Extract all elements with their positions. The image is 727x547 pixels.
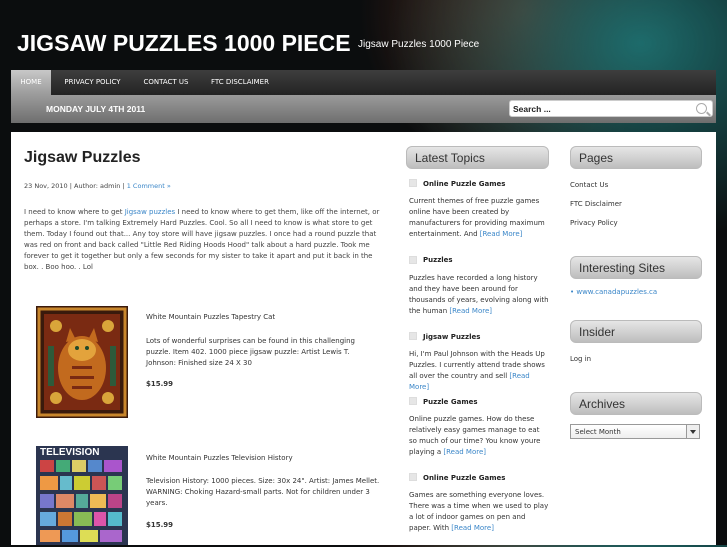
topic-excerpt: Puzzles have recorded a long history and…	[409, 273, 549, 317]
topic-title[interactable]: Jigsaw Puzzles	[423, 333, 480, 341]
topic-title[interactable]: Puzzles	[423, 256, 453, 264]
product-title[interactable]: White Mountain Puzzles Television Histor…	[146, 454, 293, 462]
topic-text: Current themes of free puzzle games onli…	[409, 197, 545, 238]
product-description: Lots of wonderful surprises can be found…	[146, 337, 355, 367]
bullet-icon	[409, 179, 417, 187]
site-link-canadapuzzles[interactable]: • www.canadapuzzles.ca	[570, 288, 657, 296]
interesting-sites-heading: Interesting Sites	[570, 256, 702, 279]
topic-title[interactable]: Online Puzzle Games	[423, 474, 505, 482]
site-title[interactable]: JIGSAW PUZZLES 1000 PIECE	[17, 30, 351, 57]
archives-heading: Archives	[570, 392, 702, 415]
product-description: Television History: 1000 pieces. Size: 3…	[146, 477, 380, 507]
site-description: Jigsaw Puzzles 1000 Piece	[358, 39, 480, 50]
interesting-sites-title: Interesting Sites	[579, 261, 666, 275]
read-more-link[interactable]: [Read More]	[443, 448, 486, 456]
current-date: MONDAY JULY 4TH 2011	[46, 104, 146, 114]
post-meta-text: 23 Nov, 2010 | Author: admin |	[24, 182, 127, 190]
site-header: JIGSAW PUZZLES 1000 PIECE Jigsaw Puzzles…	[0, 0, 727, 70]
page-link-ftc-disclaimer[interactable]: FTC Disclaimer	[570, 200, 622, 208]
latest-topics-title: Latest Topics	[415, 151, 485, 165]
read-more-link[interactable]: [Read More]	[451, 524, 494, 532]
insider-heading: Insider	[570, 320, 702, 343]
product-title[interactable]: White Mountain Puzzles Tapestry Cat	[146, 313, 275, 321]
post-body: I need to know where to get Jigsaw puzzl…	[24, 207, 384, 273]
tapestry-cat-picture	[36, 306, 128, 418]
read-more-link[interactable]: [Read More]	[480, 230, 523, 238]
television-image-text: TELEVISION	[40, 447, 100, 458]
archives-select-value: Select Month	[575, 428, 621, 436]
bullet-icon	[409, 473, 417, 481]
nav-ftc-disclaimer[interactable]: FTC DISCLAIMER	[204, 70, 276, 95]
post-title[interactable]: Jigsaw Puzzles	[24, 149, 141, 167]
pages-heading: Pages	[570, 146, 702, 169]
post-meta: 23 Nov, 2010 | Author: admin | 1 Comment…	[24, 182, 171, 190]
product-image-television[interactable]: TELEVISION	[36, 446, 128, 545]
nav-privacy-policy[interactable]: PRIVACY POLICY	[55, 70, 130, 95]
read-more-link[interactable]: [Read More]	[449, 307, 492, 315]
post-body-text: I need to know where to get them, like o…	[24, 208, 380, 271]
log-in-link[interactable]: Log in	[570, 355, 591, 363]
main-nav: HOME PRIVACY POLICY CONTACT US FTC DISCL…	[11, 70, 716, 95]
product-price: $15.99	[146, 521, 174, 529]
product-price: $15.99	[146, 380, 174, 388]
search-input[interactable]: Search ...	[509, 100, 713, 117]
topic-excerpt: Online puzzle games. How do these relati…	[409, 414, 549, 458]
bullet-icon	[409, 256, 417, 264]
insider-title: Insider	[579, 325, 616, 339]
bullet-icon	[409, 397, 417, 405]
post-body-intro: I need to know where to get	[24, 208, 125, 216]
jigsaw-puzzles-link[interactable]: Jigsaw puzzles	[125, 208, 175, 216]
archives-title: Archives	[579, 397, 626, 411]
topic-excerpt: Hi, I'm Paul Johnson with the Heads Up P…	[409, 349, 549, 393]
nav-home[interactable]: HOME	[11, 70, 51, 95]
television-picture	[36, 446, 128, 545]
search-icon[interactable]	[696, 103, 707, 114]
topic-excerpt: Games are something everyone loves. Ther…	[409, 490, 549, 534]
page-link-privacy-policy[interactable]: Privacy Policy	[570, 219, 618, 227]
topic-title[interactable]: Puzzle Games	[423, 398, 478, 406]
topic-title[interactable]: Online Puzzle Games	[423, 180, 505, 188]
product-image-tapestry-cat[interactable]	[36, 306, 128, 418]
pages-title: Pages	[579, 151, 614, 165]
page-link-contact-us[interactable]: Contact Us	[570, 181, 608, 189]
search-placeholder: Search ...	[513, 104, 551, 114]
content-area: Jigsaw Puzzles 23 Nov, 2010 | Author: ad…	[11, 132, 716, 545]
topic-excerpt: Current themes of free puzzle games onli…	[409, 196, 549, 240]
archives-select[interactable]: Select Month	[570, 424, 700, 439]
date-bar: MONDAY JULY 4TH 2011 Search ...	[11, 95, 716, 123]
chevron-down-icon[interactable]	[686, 425, 699, 438]
latest-topics-heading: Latest Topics	[406, 146, 549, 169]
bullet-icon	[409, 332, 417, 340]
nav-contact-us[interactable]: CONTACT US	[135, 70, 197, 95]
comments-link[interactable]: 1 Comment »	[127, 182, 171, 190]
